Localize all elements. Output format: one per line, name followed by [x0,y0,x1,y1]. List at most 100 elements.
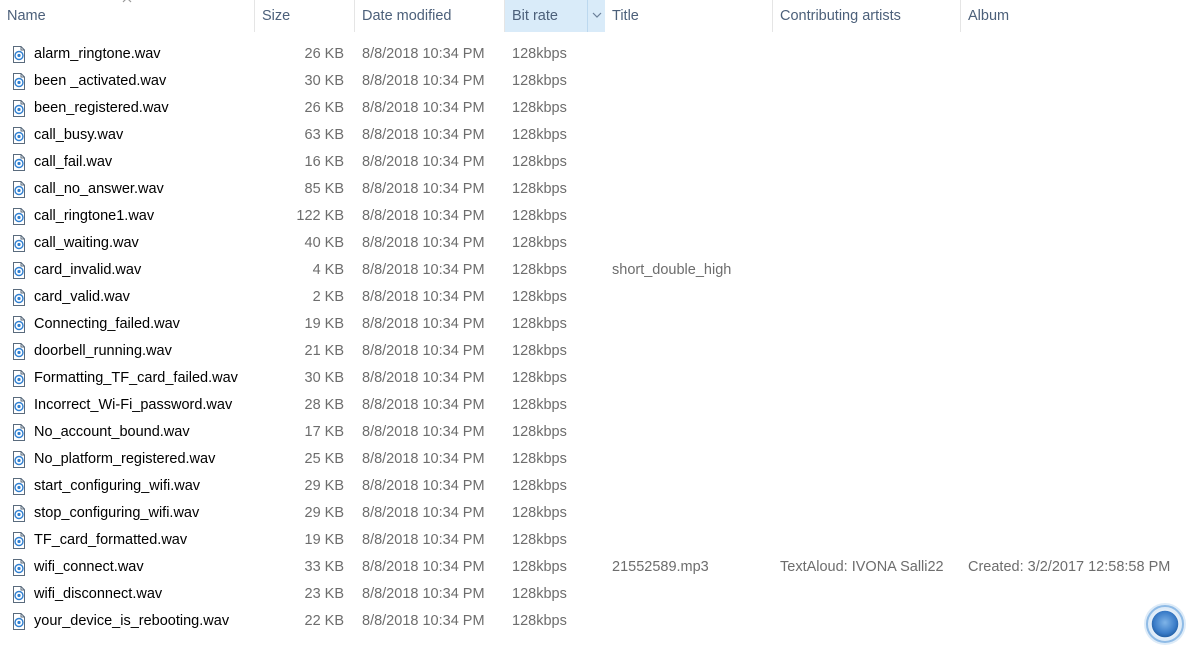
file-size: 23 KB [304,586,345,602]
file-date-modified: 8/8/2018 10:34 PM [362,370,485,386]
file-row[interactable]: call_ringtone1.wav 122 KB 8/8/2018 10:34 P… [0,203,1195,230]
chevron-down-icon[interactable] [587,0,605,32]
column-header-title[interactable]: Title [605,0,773,32]
file-row[interactable]: alarm_ringtone.wav 26 KB 8/8/2018 10:34 PM… [0,41,1195,68]
file-name: call_waiting.wav [34,235,139,251]
file-row[interactable]: call_fail.wav 16 KB 8/8/2018 10:34 PM 128kb… [0,149,1195,176]
file-name: call_busy.wav [34,127,124,143]
audio-file-icon [12,451,26,468]
file-size: 29 KB [304,505,345,521]
file-name: TF_card_formatted.wav [34,532,188,548]
file-size: 29 KB [304,478,345,494]
file-contributing-artists: TextAloud: IVONA Salli22 [780,559,944,575]
file-size: 40 KB [304,235,345,251]
file-row[interactable]: wifi_disconnect.wav 23 KB 8/8/2018 10:34 P… [0,581,1195,608]
file-row[interactable]: your_device_is_rebooting.wav 22 KB 8/8/201… [0,608,1195,635]
file-date-modified: 8/8/2018 10:34 PM [362,559,485,575]
file-row[interactable]: No_platform_registered.wav 25 KB 8/8/2018 … [0,446,1195,473]
file-date-modified: 8/8/2018 10:34 PM [362,397,485,413]
column-header-album-label: Album [968,8,1010,24]
file-date-modified: 8/8/2018 10:34 PM [362,127,485,143]
file-date-modified: 8/8/2018 10:34 PM [362,73,485,89]
file-row[interactable]: Formatting_TF_card_failed.wav 30 KB 8/8/20… [0,365,1195,392]
file-date-modified: 8/8/2018 10:34 PM [362,208,485,224]
audio-file-icon [12,181,26,198]
file-date-modified: 8/8/2018 10:34 PM [362,451,485,467]
column-header-name-label: Name [7,8,46,24]
file-row[interactable]: start_configuring_wifi.wav 29 KB 8/8/2018 … [0,473,1195,500]
column-header-title-label: Title [612,8,639,24]
file-bit-rate: 128kbps [512,289,567,305]
file-name: wifi_connect.wav [34,559,144,575]
column-header-name[interactable]: Name [0,0,255,32]
sort-ascending-icon [121,0,133,4]
file-bit-rate: 128kbps [512,478,567,494]
file-bit-rate: 128kbps [512,370,567,386]
file-row[interactable]: call_waiting.wav 40 KB 8/8/2018 10:34 PM 12… [0,230,1195,257]
file-name: start_configuring_wifi.wav [34,478,201,494]
file-name: Connecting_failed.wav [34,316,180,332]
file-date-modified: 8/8/2018 10:34 PM [362,235,485,251]
audio-file-icon [12,613,26,630]
file-name: call_no_answer.wav [34,181,164,197]
file-row[interactable]: Connecting_failed.wav 19 KB 8/8/2018 10:34… [0,311,1195,338]
file-name: No_platform_registered.wav [34,451,216,467]
file-row[interactable]: been_registered.wav 26 KB 8/8/2018 10:34 P… [0,95,1195,122]
file-row[interactable]: call_no_answer.wav 85 KB 8/8/2018 10:34 PM… [0,176,1195,203]
file-date-modified: 8/8/2018 10:34 PM [362,181,485,197]
column-header-bit-rate[interactable]: Bit rate [505,0,605,32]
file-size: 33 KB [304,559,345,575]
audio-file-icon [12,586,26,603]
file-size: 30 KB [304,73,345,89]
file-name: Incorrect_Wi-Fi_password.wav [34,397,233,413]
file-bit-rate: 128kbps [512,46,567,62]
file-bit-rate: 128kbps [512,586,567,602]
column-header-artists-label: Contributing artists [780,8,901,24]
audio-file-icon [12,262,26,279]
column-header-album[interactable]: Album [961,0,1195,32]
file-bit-rate: 128kbps [512,424,567,440]
file-bit-rate: 128kbps [512,235,567,251]
file-bit-rate: 128kbps [512,262,567,278]
audio-file-icon [12,343,26,360]
file-date-modified: 8/8/2018 10:34 PM [362,154,485,170]
file-name: stop_configuring_wifi.wav [34,505,200,521]
column-header-size[interactable]: Size [255,0,355,32]
audio-file-icon [12,289,26,306]
file-row[interactable]: No_account_bound.wav 17 KB 8/8/2018 10:34 … [0,419,1195,446]
file-row[interactable]: Incorrect_Wi-Fi_password.wav 28 KB 8/8/201… [0,392,1195,419]
file-name: No_account_bound.wav [34,424,190,440]
file-size: 16 KB [304,154,345,170]
file-bit-rate: 128kbps [512,154,567,170]
column-header-date-modified[interactable]: Date modified [355,0,505,32]
file-name: been _activated.wav [34,73,167,89]
column-header-size-label: Size [262,8,291,24]
file-size: 122 KB [296,208,344,224]
file-bit-rate: 128kbps [512,613,567,629]
audio-file-icon [12,235,26,252]
file-row[interactable]: TF_card_formatted.wav 19 KB 8/8/2018 10:34… [0,527,1195,554]
file-name: call_fail.wav [34,154,113,170]
file-bit-rate: 128kbps [512,208,567,224]
file-name: doorbell_running.wav [34,343,172,359]
file-row[interactable]: card_invalid.wav 4 KB 8/8/2018 10:34 PM 128… [0,257,1195,284]
column-header-bit-rate-label: Bit rate [512,8,558,24]
cortana-icon[interactable] [1143,602,1187,646]
file-row[interactable]: call_busy.wav 63 KB 8/8/2018 10:34 PM 128kb… [0,122,1195,149]
file-bit-rate: 128kbps [512,100,567,116]
file-row[interactable]: card_valid.wav 2 KB 8/8/2018 10:34 PM 128kb… [0,284,1195,311]
file-row[interactable]: doorbell_running.wav 21 KB 8/8/2018 10:34 … [0,338,1195,365]
file-size: 19 KB [304,532,345,548]
column-header-date-label: Date modified [362,8,452,24]
audio-file-icon [12,532,26,549]
file-row[interactable]: been _activated.wav 30 KB 8/8/2018 10:34 P… [0,68,1195,95]
file-size: 2 KB [312,289,344,305]
file-bit-rate: 128kbps [512,505,567,521]
file-bit-rate: 128kbps [512,73,567,89]
column-header-contributing-artists[interactable]: Contributing artists [773,0,961,32]
file-date-modified: 8/8/2018 10:34 PM [362,262,485,278]
file-name: alarm_ringtone.wav [34,46,161,62]
file-row[interactable]: wifi_connect.wav 33 KB 8/8/2018 10:34 PM 12… [0,554,1195,581]
file-date-modified: 8/8/2018 10:34 PM [362,478,485,494]
file-row[interactable]: stop_configuring_wifi.wav 29 KB 8/8/2018 1… [0,500,1195,527]
